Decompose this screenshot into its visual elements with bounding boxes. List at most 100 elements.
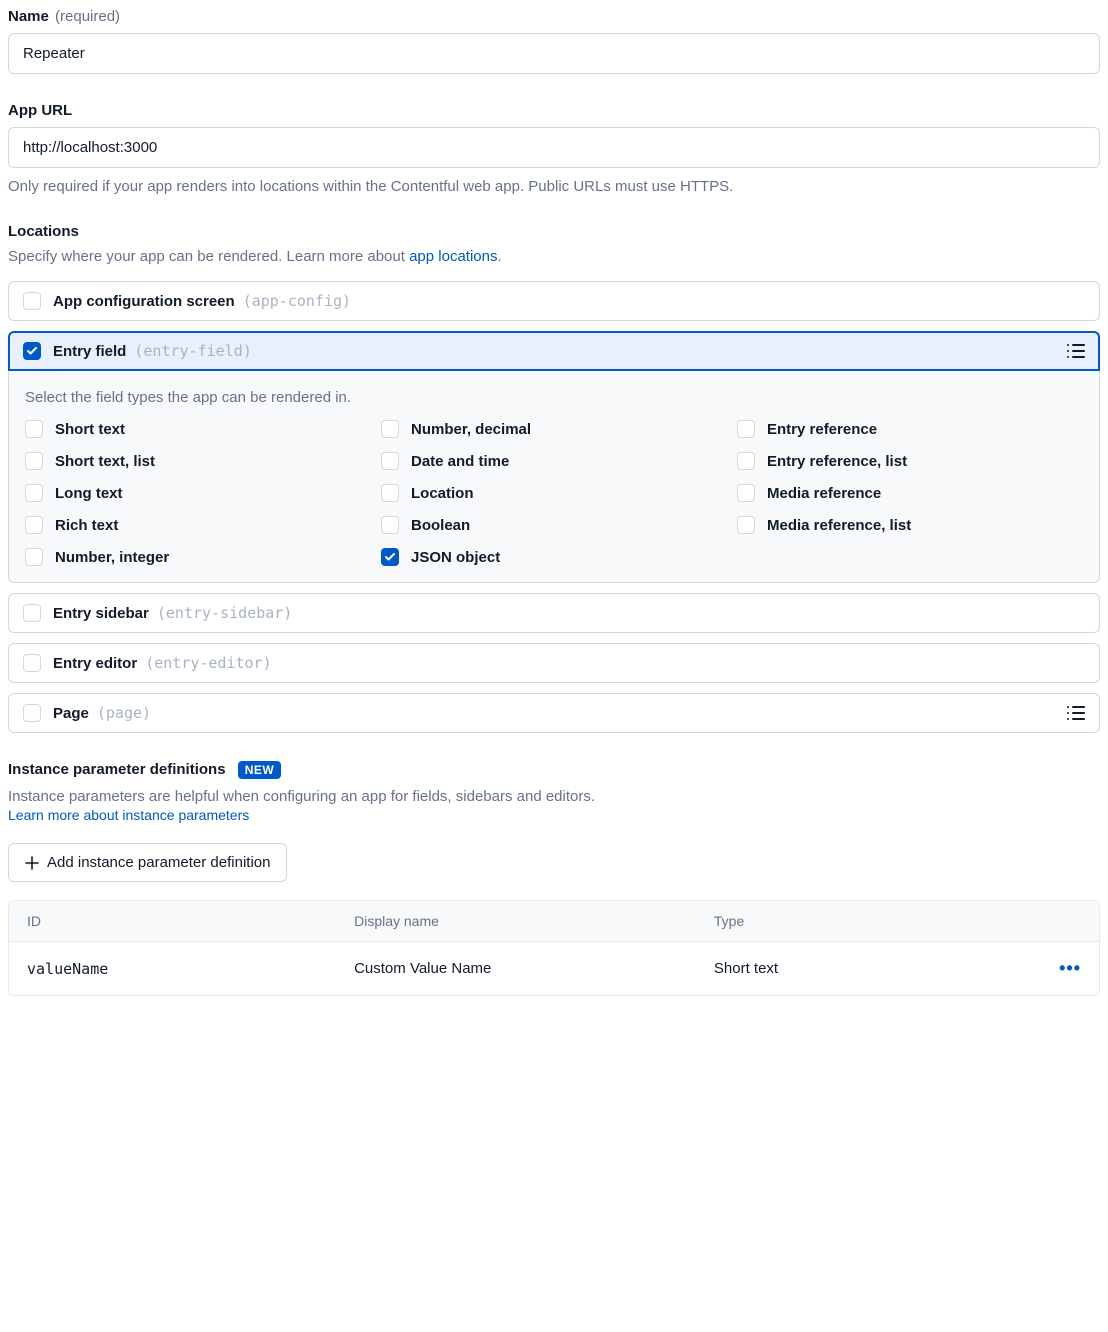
col-type: Type	[714, 913, 1041, 929]
location-entry-editor[interactable]: Entry editor (entry-editor)	[8, 643, 1100, 683]
location-entry-field[interactable]: Entry field (entry-field)	[8, 331, 1100, 371]
field-type-item[interactable]: Media reference	[737, 484, 1083, 502]
field-type-item[interactable]: Location	[381, 484, 727, 502]
location-label: Entry sidebar	[53, 605, 149, 622]
list-icon[interactable]	[1067, 706, 1085, 720]
checkbox-field-type[interactable]	[25, 452, 43, 470]
location-label: Entry editor	[53, 655, 137, 672]
field-type-label: Number, decimal	[411, 421, 531, 438]
field-type-item[interactable]: Media reference, list	[737, 516, 1083, 534]
plus-icon	[25, 856, 39, 870]
add-instance-param-button[interactable]: Add instance parameter definition	[8, 843, 287, 882]
field-type-label: Media reference	[767, 485, 881, 502]
location-code: (page)	[97, 704, 151, 722]
name-label: Name (required)	[8, 8, 1100, 25]
app-url-helper: Only required if your app renders into l…	[8, 178, 1100, 195]
location-label: Entry field	[53, 343, 126, 360]
checkbox-field-type[interactable]	[737, 484, 755, 502]
field-type-item[interactable]: JSON object	[381, 548, 727, 566]
field-type-item[interactable]: Number, integer	[25, 548, 371, 566]
name-required-text: (required)	[55, 8, 120, 25]
checkbox-field-type[interactable]	[737, 516, 755, 534]
col-id: ID	[27, 913, 354, 929]
name-label-text: Name	[8, 8, 49, 25]
location-code: (entry-editor)	[145, 654, 271, 672]
location-entry-sidebar[interactable]: Entry sidebar (entry-sidebar)	[8, 593, 1100, 633]
checkbox-field-type[interactable]	[25, 548, 43, 566]
field-type-item[interactable]: Short text	[25, 420, 371, 438]
field-type-label: Boolean	[411, 517, 470, 534]
checkbox-page[interactable]	[23, 704, 41, 722]
instance-params-label-text: Instance parameter definitions	[8, 761, 226, 778]
checkbox-field-type[interactable]	[737, 452, 755, 470]
list-icon[interactable]	[1067, 344, 1085, 358]
field-type-label: JSON object	[411, 549, 500, 566]
field-type-label: Long text	[55, 485, 123, 502]
field-types-grid: Short text Number, decimal Entry reference…	[25, 420, 1083, 566]
locations-list: App configuration screen (app-config) En…	[8, 281, 1100, 733]
checkbox-entry-sidebar[interactable]	[23, 604, 41, 622]
name-input[interactable]	[8, 33, 1100, 74]
checkbox-field-type[interactable]	[381, 452, 399, 470]
app-url-input[interactable]	[8, 127, 1100, 168]
location-code: (entry-sidebar)	[157, 604, 292, 622]
field-type-label: Short text, list	[55, 453, 155, 470]
row-id: valueName	[27, 960, 354, 978]
row-type: Short text	[714, 960, 1041, 977]
checkbox-app-config[interactable]	[23, 292, 41, 310]
add-button-label: Add instance parameter definition	[47, 854, 270, 871]
field-types-helper: Select the field types the app can be re…	[25, 389, 1083, 406]
checkbox-entry-field[interactable]	[23, 342, 41, 360]
locations-desc-prefix: Specify where your app can be rendered. …	[8, 248, 409, 265]
app-url-label: App URL	[8, 102, 1100, 119]
locations-section: Locations Specify where your app can be …	[8, 223, 1100, 733]
checkbox-entry-editor[interactable]	[23, 654, 41, 672]
instance-params-table: ID Display name Type valueName Custom Va…	[8, 900, 1100, 996]
col-display-name: Display name	[354, 913, 714, 929]
table-row: valueName Custom Value Name Short text •…	[9, 942, 1099, 995]
field-type-label: Short text	[55, 421, 125, 438]
field-type-item[interactable]: Number, decimal	[381, 420, 727, 438]
field-type-label: Entry reference	[767, 421, 877, 438]
field-type-item[interactable]: Entry reference, list	[737, 452, 1083, 470]
field-type-item[interactable]: Short text, list	[25, 452, 371, 470]
location-label: App configuration screen	[53, 293, 235, 310]
field-type-item[interactable]: Entry reference	[737, 420, 1083, 438]
location-page[interactable]: Page (page)	[8, 693, 1100, 733]
field-type-item[interactable]: Date and time	[381, 452, 727, 470]
field-type-label: Date and time	[411, 453, 509, 470]
checkbox-field-type[interactable]	[381, 548, 399, 566]
checkbox-field-type[interactable]	[25, 516, 43, 534]
row-display-name: Custom Value Name	[354, 960, 714, 977]
checkbox-field-type[interactable]	[381, 420, 399, 438]
location-code: (app-config)	[243, 292, 351, 310]
checkbox-field-type[interactable]	[381, 516, 399, 534]
instance-params-link[interactable]: Learn more about instance parameters	[8, 807, 249, 823]
instance-params-label: Instance parameter definitions NEW	[8, 761, 1100, 778]
field-type-item[interactable]: Long text	[25, 484, 371, 502]
checkbox-field-type[interactable]	[737, 420, 755, 438]
new-badge: NEW	[238, 761, 282, 779]
app-locations-link[interactable]: app locations	[409, 248, 497, 265]
app-url-section: App URL Only required if your app render…	[8, 102, 1100, 195]
field-type-item[interactable]: Rich text	[25, 516, 371, 534]
row-actions-menu[interactable]: •••	[1041, 958, 1081, 979]
location-label: Page	[53, 705, 89, 722]
checkbox-field-type[interactable]	[381, 484, 399, 502]
locations-desc: Specify where your app can be rendered. …	[8, 248, 1100, 265]
instance-params-section: Instance parameter definitions NEW Insta…	[8, 761, 1100, 996]
field-types-panel: Select the field types the app can be re…	[8, 371, 1100, 583]
name-section: Name (required)	[8, 8, 1100, 74]
field-type-label: Media reference, list	[767, 517, 911, 534]
location-app-config[interactable]: App configuration screen (app-config)	[8, 281, 1100, 321]
instance-params-desc: Instance parameters are helpful when con…	[8, 788, 1100, 805]
checkbox-field-type[interactable]	[25, 420, 43, 438]
field-type-label: Location	[411, 485, 474, 502]
checkbox-field-type[interactable]	[25, 484, 43, 502]
field-type-item[interactable]: Boolean	[381, 516, 727, 534]
table-header: ID Display name Type	[9, 901, 1099, 942]
locations-label: Locations	[8, 223, 1100, 240]
field-type-label: Rich text	[55, 517, 118, 534]
location-code: (entry-field)	[134, 342, 251, 360]
locations-desc-suffix: .	[498, 248, 502, 265]
